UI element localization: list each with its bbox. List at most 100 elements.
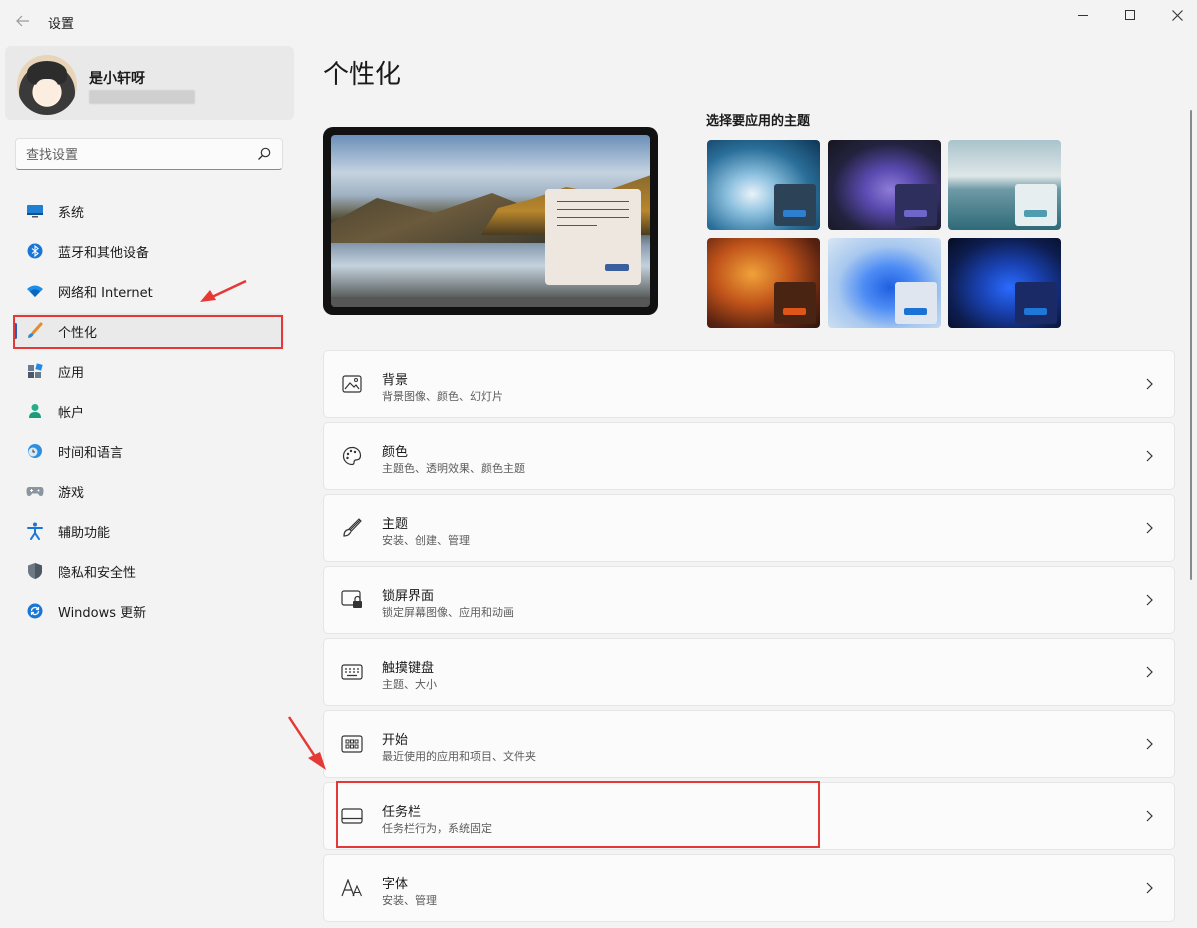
sidebar-item-accounts[interactable]: 帐户 xyxy=(14,393,284,429)
minimize-button[interactable] xyxy=(1060,0,1106,30)
theme-tile[interactable] xyxy=(707,140,820,230)
wifi-icon xyxy=(26,282,44,300)
theme-chip-button xyxy=(783,308,806,315)
theme-tile[interactable] xyxy=(948,140,1061,230)
sidebar-item-label: 蓝牙和其他设备 xyxy=(58,245,150,261)
avatar xyxy=(17,55,77,115)
annotation-arrow xyxy=(200,279,247,302)
setting-title: 主题 xyxy=(382,517,409,532)
sidebar-nav: 系统 蓝牙和其他设备 网络和 Internet 个性化 应用 帐户 时间和语言 … xyxy=(14,193,284,633)
theme-chip xyxy=(774,184,816,226)
annotation-highlight-box xyxy=(13,315,283,349)
theme-chip-button xyxy=(904,308,927,315)
preview-button xyxy=(605,264,629,271)
theme-tile[interactable] xyxy=(828,238,941,328)
sidebar-item-bluetooth[interactable]: 蓝牙和其他设备 xyxy=(14,233,284,269)
close-button[interactable] xyxy=(1154,0,1197,30)
sidebar-item-windows-update[interactable]: Windows 更新 xyxy=(14,593,284,629)
theme-tile[interactable] xyxy=(828,140,941,230)
title-bar: 设置 xyxy=(0,0,1197,42)
theme-chip-button xyxy=(783,210,806,217)
brush-icon xyxy=(341,517,363,539)
font-icon xyxy=(341,877,363,899)
gamepad-icon xyxy=(26,482,44,500)
minimize-icon xyxy=(1078,14,1088,16)
annotation-arrow xyxy=(287,716,326,770)
setting-subtitle: 安装、管理 xyxy=(382,894,437,907)
palette-icon xyxy=(341,445,363,467)
setting-fonts[interactable]: 字体 安装、管理 xyxy=(323,854,1175,922)
setting-colors[interactable]: 颜色 主题色、透明效果、颜色主题 xyxy=(323,422,1175,490)
setting-touch-keyboard[interactable]: 触摸键盘 主题、大小 xyxy=(323,638,1175,706)
shield-icon xyxy=(26,562,44,580)
setting-subtitle: 主题、大小 xyxy=(382,678,437,691)
setting-title: 锁屏界面 xyxy=(382,589,435,604)
theme-chip xyxy=(1015,282,1057,324)
theme-chip-button xyxy=(1024,210,1047,217)
setting-background[interactable]: 背景 背景图像、颜色、幻灯片 xyxy=(323,350,1175,418)
back-arrow-icon[interactable] xyxy=(12,10,34,32)
sidebar-item-label: Windows 更新 xyxy=(58,605,147,621)
setting-subtitle: 锁定屏幕图像、应用和动画 xyxy=(382,606,514,619)
setting-lock-screen[interactable]: 锁屏界面 锁定屏幕图像、应用和动画 xyxy=(323,566,1175,634)
page-title: 个性化 xyxy=(323,60,402,90)
profile-email-redacted xyxy=(89,90,195,104)
theme-chip-button xyxy=(1024,308,1047,315)
sidebar-item-label: 系统 xyxy=(58,205,85,221)
update-icon xyxy=(26,602,44,620)
chevron-right-icon xyxy=(1142,520,1156,536)
setting-subtitle: 安装、创建、管理 xyxy=(382,534,470,547)
sidebar-item-accessibility[interactable]: 辅助功能 xyxy=(14,513,284,549)
sidebar-item-gaming[interactable]: 游戏 xyxy=(14,473,284,509)
setting-title: 颜色 xyxy=(382,445,409,460)
sidebar-item-privacy[interactable]: 隐私和安全性 xyxy=(14,553,284,589)
chevron-right-icon xyxy=(1142,376,1156,392)
search-input[interactable] xyxy=(26,145,246,165)
sidebar-item-apps[interactable]: 应用 xyxy=(14,353,284,389)
chevron-right-icon xyxy=(1142,808,1156,824)
close-icon xyxy=(1171,9,1183,21)
sidebar-item-label: 帐户 xyxy=(58,405,85,421)
sidebar-item-label: 游戏 xyxy=(58,485,85,501)
search-box[interactable] xyxy=(15,138,283,170)
setting-title: 字体 xyxy=(382,877,409,892)
accessibility-icon xyxy=(26,522,44,540)
chevron-right-icon xyxy=(1142,664,1156,680)
sidebar-item-system[interactable]: 系统 xyxy=(14,193,284,229)
maximize-button[interactable] xyxy=(1107,0,1153,30)
search-icon[interactable] xyxy=(256,146,272,162)
preview-taskbar xyxy=(331,297,650,307)
preview-window xyxy=(545,189,641,285)
theme-chip xyxy=(774,282,816,324)
chevron-right-icon xyxy=(1142,736,1156,752)
chevron-right-icon xyxy=(1142,592,1156,608)
maximize-icon xyxy=(1125,10,1135,20)
theme-chip-button xyxy=(904,210,927,217)
theme-chip xyxy=(895,282,937,324)
desktop-preview-wallpaper xyxy=(331,135,650,307)
themes-heading: 选择要应用的主题 xyxy=(706,114,811,129)
setting-themes[interactable]: 主题 安装、创建、管理 xyxy=(323,494,1175,562)
theme-tile[interactable] xyxy=(707,238,820,328)
user-profile-card[interactable]: 是小轩呀 xyxy=(5,46,294,120)
keyboard-icon xyxy=(341,661,363,683)
setting-start[interactable]: 开始 最近使用的应用和项目、文件夹 xyxy=(323,710,1175,778)
apps-icon xyxy=(26,362,44,380)
chevron-right-icon xyxy=(1142,448,1156,464)
sidebar-item-label: 辅助功能 xyxy=(58,525,111,541)
monitor-icon xyxy=(26,202,44,220)
setting-title: 开始 xyxy=(382,733,409,748)
themes-grid xyxy=(707,140,1061,330)
scrollbar[interactable] xyxy=(1190,110,1192,580)
profile-name: 是小轩呀 xyxy=(89,71,145,87)
image-icon xyxy=(341,373,363,395)
setting-title: 背景 xyxy=(382,373,409,388)
annotation-highlight-box xyxy=(336,781,820,848)
sidebar-item-label: 应用 xyxy=(58,365,85,381)
theme-tile[interactable] xyxy=(948,238,1061,328)
person-icon xyxy=(26,402,44,420)
start-icon xyxy=(341,733,363,755)
sidebar-item-label: 隐私和安全性 xyxy=(58,565,137,581)
sidebar-item-time-language[interactable]: 时间和语言 xyxy=(14,433,284,469)
lock-screen-icon xyxy=(341,589,363,611)
